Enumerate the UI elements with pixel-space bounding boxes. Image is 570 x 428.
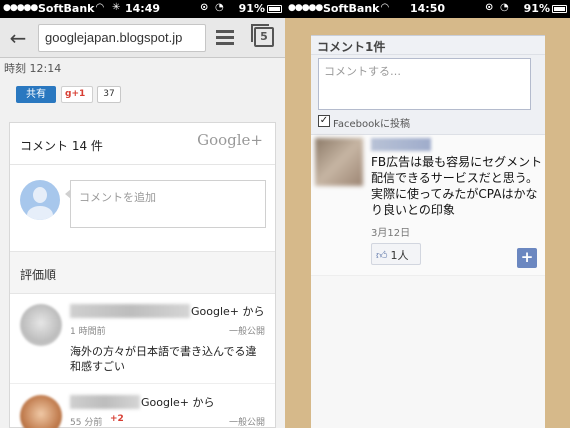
comments-card: コメント 14 件 Google+ コメントを追加 評価順 Google+ から… [9, 122, 276, 428]
fb-comments-title: コメント1件 [317, 40, 386, 54]
facebook-comments-plugin: コメント1件 コメントする… ✓ Facebookに投稿 FB広告は最も容易にセ… [311, 35, 545, 428]
battery-icon [267, 5, 282, 13]
comment-time: 1 時間前 [70, 327, 106, 337]
add-comment-input[interactable]: コメントを追加 [65, 180, 266, 228]
rotation-lock-icon: ⊙ [200, 2, 209, 13]
comment-source: Google+ から [191, 305, 265, 318]
page-content: 時刻 12:14 共有 g+1 37 コメント 14 件 Google+ コメン… [0, 58, 285, 428]
sort-bar[interactable]: 評価順 [10, 252, 275, 294]
comment-author-blurred[interactable] [70, 304, 190, 318]
tabs-icon[interactable]: 5 [251, 24, 274, 47]
comment-visibility: 一般公開 [228, 327, 265, 337]
fb-like-count: 1人 [390, 249, 409, 262]
right-screen: ●●●●● SoftBank ◠ 14:50 ⊙ ◔ 91% コメント1件 コメ… [285, 0, 570, 428]
avatar[interactable] [315, 138, 363, 186]
browser-toolbar: ← googlejapan.blogspot.jp 5 [0, 18, 285, 58]
fb-compose-area: コメントする… ✓ Facebookに投稿 [311, 55, 545, 135]
alarm-icon: ◔ [215, 2, 224, 13]
url-field[interactable]: googlejapan.blogspot.jp [38, 24, 206, 52]
comment-visibility: 一般公開 [228, 418, 265, 428]
status-bar: ●●●●● SoftBank ◠ ✳ 14:49 ⊙ ◔ 91% [0, 0, 285, 18]
battery-percent: 91% [523, 2, 550, 15]
google-plus-logo: Google+ [197, 131, 263, 149]
comments-header: コメント 14 件 Google+ [10, 123, 275, 165]
avatar[interactable] [20, 395, 62, 428]
thumbs-up-icon: 👍︎ [376, 249, 388, 262]
fb-comment-date[interactable]: 3月12日 [371, 224, 410, 239]
left-screen: ●●●●● SoftBank ◠ ✳ 14:49 ⊙ ◔ 91% ← googl… [0, 0, 285, 428]
post-timestamp: 時刻 12:14 [4, 62, 62, 75]
fb-like-button[interactable]: 👍︎ 1人 [371, 243, 421, 265]
battery-percent: 91% [238, 2, 265, 15]
comment-item: Google+ から 1 時間前 一般公開 海外の方々が日本語で書き込んでる違和… [10, 294, 275, 384]
menu-icon[interactable] [216, 28, 234, 48]
fb-comment-item: FB広告は最も容易にセグメント配信できるサービスだと思う。実際に使ってみたがCP… [311, 135, 545, 275]
gplus-one-label: +1 [71, 89, 86, 99]
fb-comment-input[interactable]: コメントする… [318, 58, 531, 110]
add-comment-area: コメントを追加 [10, 166, 275, 252]
status-bar: ●●●●● SoftBank ◠ 14:50 ⊙ ◔ 91% [285, 0, 570, 18]
battery-icon [552, 5, 567, 13]
fb-comment-author-blurred[interactable] [371, 138, 431, 151]
gplus-count: 37 [97, 86, 121, 103]
user-avatar-icon [20, 180, 60, 220]
avatar[interactable] [20, 304, 62, 346]
rotation-lock-icon: ⊙ [485, 2, 494, 13]
share-button[interactable]: 共有 [16, 86, 56, 103]
comment-item: Google+ から 55 分前 +2 一般公開 [10, 385, 275, 428]
comment-source: Google+ から [141, 396, 215, 409]
comment-time: 55 分前 [70, 418, 103, 428]
sort-label: 評価順 [20, 268, 57, 282]
fb-empty-area [311, 275, 545, 428]
back-arrow-icon[interactable]: ← [6, 26, 30, 50]
fb-comments-header: コメント1件 [311, 35, 545, 55]
plus-count: +2 [110, 414, 124, 424]
comment-author-blurred[interactable] [70, 395, 140, 409]
fb-post-checkbox[interactable]: ✓ [318, 115, 330, 127]
plus-icon[interactable]: + [517, 248, 537, 268]
comments-title: コメント 14 件 [20, 139, 103, 153]
fb-comment-text: FB広告は最も容易にセグメント配信できるサービスだと思う。実際に使ってみたがCP… [371, 155, 543, 217]
gplus-one-button[interactable]: g+1 [61, 86, 93, 103]
alarm-icon: ◔ [500, 2, 509, 13]
fb-post-checkbox-label: Facebookに投稿 [333, 119, 410, 130]
comment-text: 海外の方々が日本語で書き込んでる違和感すごい [70, 345, 257, 373]
